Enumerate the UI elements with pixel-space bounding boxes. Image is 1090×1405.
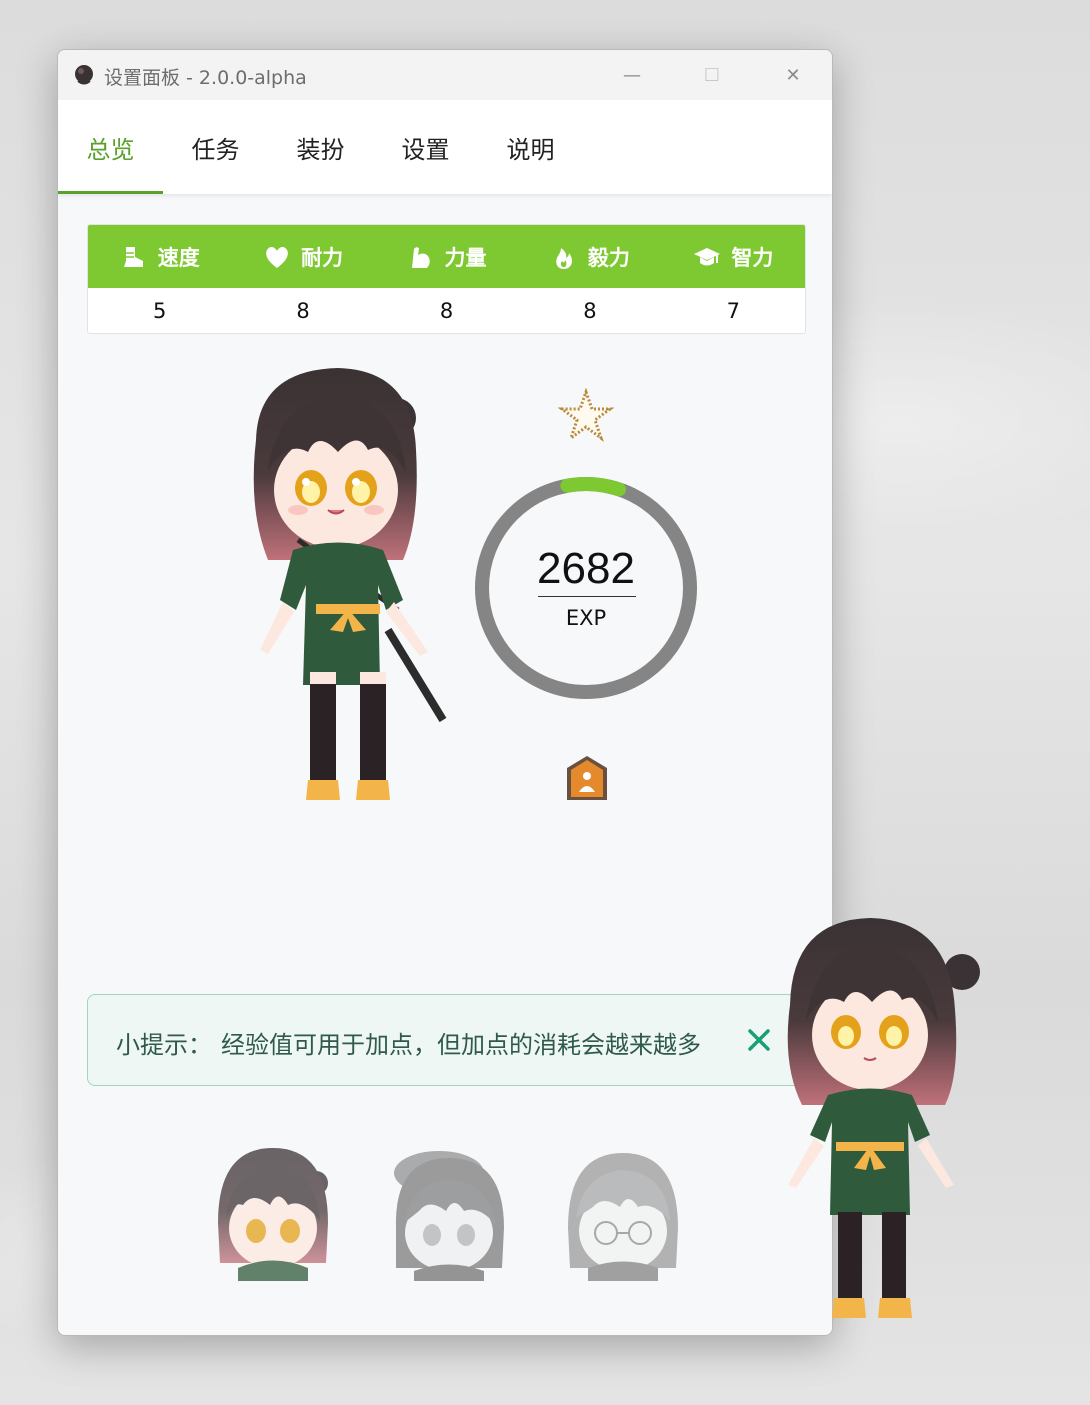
stats-header-row: 速度 耐力 力量 毅力 智力	[88, 225, 805, 288]
stats-table: 速度 耐力 力量 毅力 智力 5 8 8 8 7	[87, 224, 806, 334]
stat-label: 力量	[444, 245, 487, 270]
tip-banner: 小提示： 经验值可用于加点，但加点的消耗会越来越多	[87, 994, 832, 1086]
tab-overview[interactable]: 总览	[58, 100, 163, 194]
tab-settings[interactable]: 设置	[373, 100, 478, 194]
app-icon	[75, 65, 93, 85]
experience-value: 2682	[537, 544, 635, 593]
close-icon	[748, 1029, 770, 1051]
muscle-arm-icon	[411, 246, 430, 268]
maximize-button[interactable]: ☐	[672, 50, 752, 100]
close-icon: ✕	[785, 64, 801, 86]
stat-value-perseverance: 8	[583, 299, 597, 323]
avatar-beret[interactable]	[384, 1143, 514, 1281]
settings-window: 设置面板 - 2.0.0-alpha — ☐ ✕ 总览 任务 装扮 设置 说明 …	[57, 49, 833, 1336]
maximize-icon: ☐	[703, 64, 721, 86]
title-bar[interactable]: 设置面板 - 2.0.0-alpha — ☐ ✕	[58, 50, 832, 100]
avatar-glasses[interactable]	[558, 1143, 688, 1281]
stat-value-endurance: 8	[296, 299, 310, 323]
chibi-girl-character[interactable]	[198, 360, 448, 820]
stat-header-endurance: 耐力	[231, 225, 374, 288]
stat-value-strength: 8	[439, 299, 454, 323]
stat-label: 耐力	[301, 245, 344, 270]
tab-tasks[interactable]: 任务	[163, 100, 268, 194]
tab-dress-up[interactable]: 装扮	[268, 100, 373, 194]
close-window-button[interactable]: ✕	[753, 50, 832, 100]
stats-value-row: 5 8 8 8 7	[88, 288, 805, 333]
stat-value-intelligence: 7	[726, 299, 741, 323]
avatar-default[interactable]	[208, 1143, 338, 1281]
experience-progress-arc	[560, 477, 626, 497]
tip-label: 小提示：	[116, 1031, 212, 1059]
tab-instructions[interactable]: 说明	[478, 100, 583, 194]
stat-label: 智力	[731, 245, 774, 270]
stat-value-speed: 5	[153, 299, 167, 323]
minimize-icon: —	[623, 64, 641, 86]
experience-divider	[538, 596, 636, 597]
window-title: 设置面板 - 2.0.0-alpha	[104, 67, 307, 89]
tip-text: 经验值可用于加点，但加点的消耗会越来越多	[221, 1031, 701, 1059]
rank-badge-icon[interactable]	[565, 754, 609, 804]
boot-icon	[123, 246, 143, 267]
stat-header-intelligence: 智力	[662, 225, 805, 288]
chibi-girl-desktop-pet[interactable]	[770, 910, 990, 1330]
graduation-cap-icon	[694, 247, 721, 265]
stat-header-perseverance: 毅力	[518, 225, 661, 288]
stat-header-strength: 力量	[375, 225, 518, 288]
stat-label: 速度	[157, 245, 200, 270]
flame-icon	[556, 247, 572, 269]
tab-bar: 总览 任务 装扮 设置 说明	[58, 100, 832, 194]
star-icon	[558, 388, 614, 442]
experience-unit: EXP	[565, 606, 607, 630]
heart-icon	[266, 246, 288, 268]
stat-label: 毅力	[587, 245, 630, 270]
minimize-button[interactable]: —	[592, 50, 672, 100]
stat-header-speed: 速度	[88, 225, 231, 288]
